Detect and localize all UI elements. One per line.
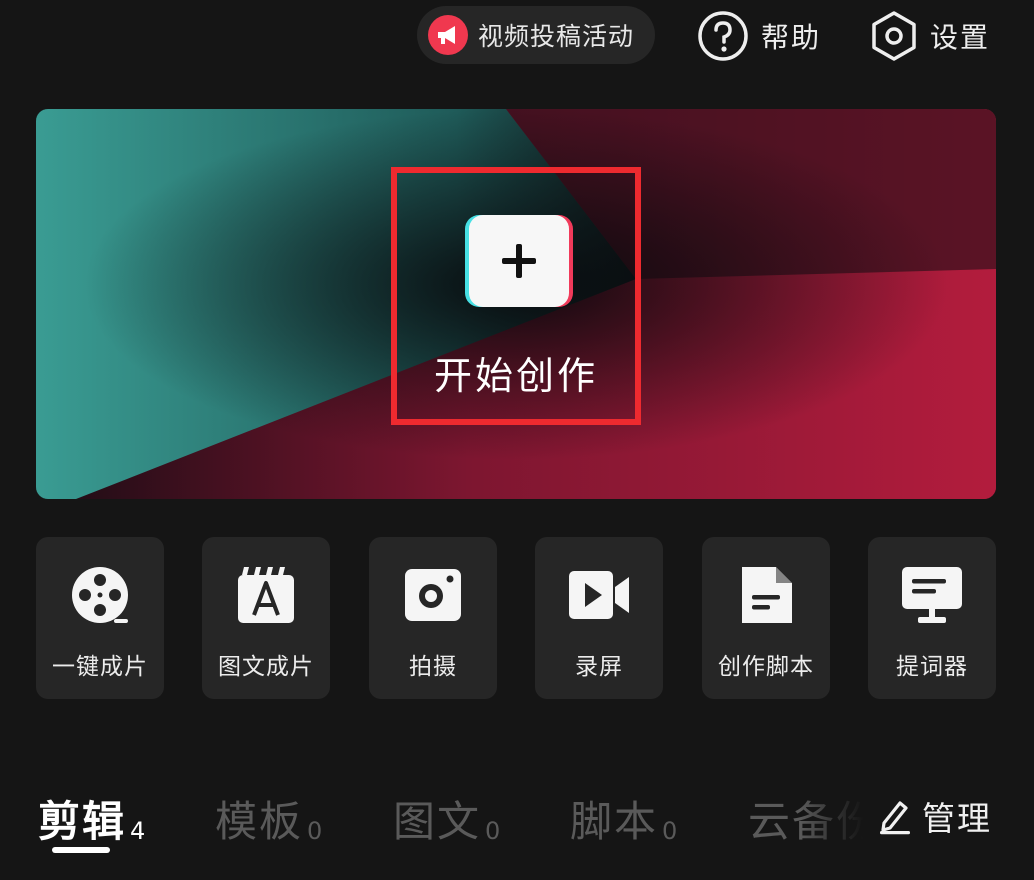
tool-label: 拍摄 xyxy=(409,654,457,680)
tab-name: 图文 xyxy=(393,797,482,846)
active-tab-indicator xyxy=(52,847,110,853)
top-bar: 视频投稿活动 帮助 设置 xyxy=(0,6,1034,66)
promo-label: 视频投稿活动 xyxy=(478,22,635,51)
settings-label: 设置 xyxy=(930,21,991,54)
camera-icon xyxy=(405,569,461,621)
tabs-fade-overlay xyxy=(800,780,890,870)
hexagon-gear-icon xyxy=(872,11,916,61)
tool-one-click-video[interactable]: 一键成片 xyxy=(36,537,164,699)
video-submission-promo-button[interactable]: 视频投稿活动 xyxy=(417,6,655,64)
start-creation-label: 开始创作 xyxy=(433,354,598,398)
tab-name: 剪辑 xyxy=(38,797,127,846)
project-tabs: 剪辑 4 模板 0 图文 0 脚本 0 云备份 管理 xyxy=(0,780,1034,870)
tab-count: 0 xyxy=(307,817,323,845)
tool-label: 提词器 xyxy=(896,654,968,680)
tool-creation-script[interactable]: 创作脚本 xyxy=(702,537,830,699)
tab-count: 0 xyxy=(662,817,678,845)
tool-teleprompter[interactable]: 提词器 xyxy=(868,537,996,699)
tool-label: 一键成片 xyxy=(52,654,148,680)
text-clapper-icon xyxy=(238,567,294,623)
tab-count: 0 xyxy=(485,817,501,845)
tab-edit[interactable]: 剪辑 4 xyxy=(38,788,145,849)
question-circle-icon xyxy=(698,11,748,61)
tool-screen-record[interactable]: 录屏 xyxy=(535,537,663,699)
pencil-icon xyxy=(880,801,910,835)
tool-text-to-video[interactable]: 图文成片 xyxy=(202,537,330,699)
megaphone-icon xyxy=(428,15,468,55)
tool-label: 录屏 xyxy=(575,654,623,680)
tool-shoot[interactable]: 拍摄 xyxy=(369,537,497,699)
plus-icon xyxy=(469,215,569,307)
tool-label: 图文成片 xyxy=(218,654,314,680)
tab-count: 4 xyxy=(130,817,146,845)
hero-banner: 开始创作 xyxy=(36,109,996,499)
manage-label: 管理 xyxy=(922,799,992,838)
start-creation-highlight: 开始创作 xyxy=(391,167,641,425)
home-screen: 视频投稿活动 帮助 设置 开始创作 一键成片 图文成片 拍摄 录屏 创作脚本 提… xyxy=(0,0,1034,880)
script-document-icon xyxy=(742,567,792,623)
teleprompter-icon xyxy=(902,567,962,623)
help-button[interactable]: 帮助 xyxy=(697,10,821,62)
video-camera-icon xyxy=(569,571,629,619)
tab-name: 模板 xyxy=(215,797,304,846)
settings-button[interactable]: 设置 xyxy=(870,10,990,62)
tool-label: 创作脚本 xyxy=(718,654,814,680)
start-creation-button[interactable] xyxy=(465,215,573,307)
tab-templates[interactable]: 模板 0 xyxy=(215,788,322,849)
help-label: 帮助 xyxy=(761,21,822,54)
tools-row: 一键成片 图文成片 拍摄 录屏 创作脚本 提词器 xyxy=(36,537,998,699)
tab-image-text[interactable]: 图文 0 xyxy=(393,788,500,849)
film-reel-icon xyxy=(72,567,128,623)
tab-scripts[interactable]: 脚本 0 xyxy=(570,788,677,849)
tab-name: 脚本 xyxy=(570,797,659,846)
manage-button[interactable]: 管理 xyxy=(878,792,992,840)
